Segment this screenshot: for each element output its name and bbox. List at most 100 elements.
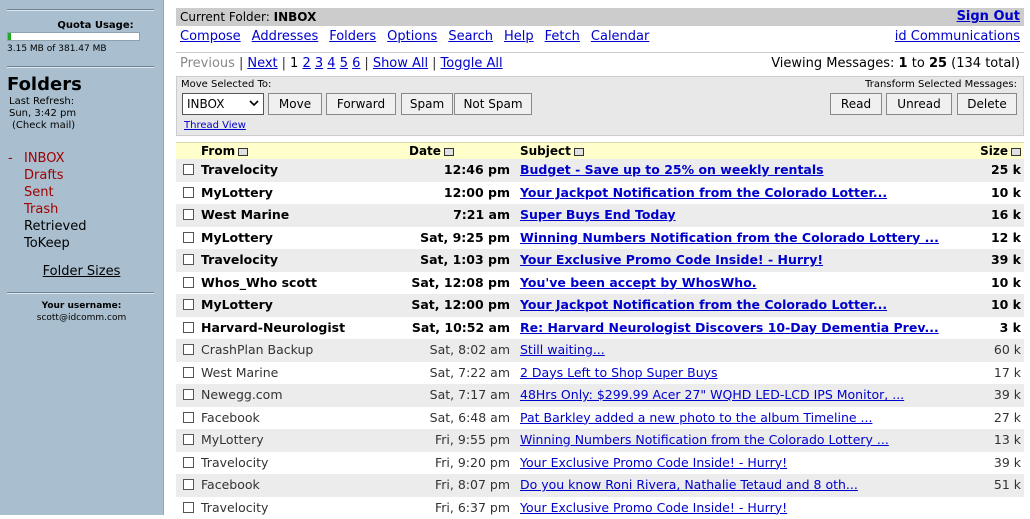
table-row[interactable]: Newegg.comSat, 7:17 am48Hrs Only: $299.9… [176,384,1024,407]
folder-inbox[interactable]: INBOX [8,150,86,167]
next-link[interactable]: Next [247,56,277,71]
message-subject-link[interactable]: Your Exclusive Promo Code Inside! - Hurr… [520,249,823,271]
divider [7,66,154,68]
row-checkbox[interactable] [183,232,194,243]
message-size: 13 k [994,429,1021,451]
not-spam-button[interactable]: Not Spam [454,93,532,115]
table-row[interactable]: MyLotterySat, 9:25 pmWinning Numbers Not… [176,227,1024,250]
row-checkbox[interactable] [183,322,194,333]
message-subject-link[interactable]: Pat Barkley added a new photo to the alb… [520,407,872,429]
message-subject-link[interactable]: Re: Harvard Neurologist Discovers 10-Day… [520,317,939,339]
delete-button[interactable]: Delete [957,93,1017,115]
row-checkbox[interactable] [183,277,194,288]
folder-sent[interactable]: Sent [8,184,86,201]
spam-button[interactable]: Spam [401,93,453,115]
main-pane: Current Folder: INBOX Sign Out ComposeAd… [176,8,1024,48]
row-checkbox[interactable] [183,187,194,198]
message-subject-link[interactable]: Your Jackpot Notification from the Color… [520,182,887,204]
page-link[interactable]: 5 [340,56,348,71]
nav-calendar[interactable]: Calendar [591,29,649,44]
show-all-link[interactable]: Show All [373,56,428,71]
col-header-size[interactable]: Size [980,143,1021,159]
row-checkbox[interactable] [183,254,194,265]
message-subject-link[interactable]: Your Jackpot Notification from the Color… [520,294,887,316]
message-subject-link[interactable]: Still waiting... [520,339,605,361]
table-row[interactable]: TravelocityFri, 9:20 pmYour Exclusive Pr… [176,452,1024,475]
table-row[interactable]: Harvard-NeurologistSat, 10:52 amRe: Harv… [176,317,1024,340]
folder-drafts[interactable]: Drafts [8,167,86,184]
table-row[interactable]: Travelocity12:46 pmBudget - Save up to 2… [176,159,1024,182]
folder-tokeep[interactable]: ToKeep [8,235,86,252]
message-subject-link[interactable]: Budget - Save up to 25% on weekly rental… [520,159,824,181]
thread-view-link[interactable]: Thread View [184,120,246,131]
nav-fetch[interactable]: Fetch [545,29,580,44]
org-link[interactable]: id Communications [895,26,1020,48]
move-button[interactable]: Move [268,93,322,115]
table-row[interactable]: West Marine7:21 amSuper Buys End Today16… [176,204,1024,227]
toggle-all-link[interactable]: Toggle All [441,56,503,71]
message-subject-link[interactable]: Your Exclusive Promo Code Inside! - Hurr… [520,452,787,474]
message-subject-link[interactable]: Your Exclusive Promo Code Inside! - Hurr… [520,497,787,519]
folders-title: Folders [7,74,82,95]
row-checkbox[interactable] [183,164,194,175]
forward-button[interactable]: Forward [326,93,396,115]
table-row[interactable]: MyLottery12:00 pmYour Jackpot Notificati… [176,182,1024,205]
table-row[interactable]: MyLotterySat, 12:00 pmYour Jackpot Notif… [176,294,1024,317]
table-row[interactable]: MyLottery Fri, 9:55 pm Winning Numbers Not… [176,429,1024,452]
message-date: Sat, 7:22 am [390,362,510,384]
table-row[interactable]: Whos_Who scottSat, 12:08 pmYou've been a… [176,272,1024,295]
nav-search[interactable]: Search [448,29,493,44]
sign-out-link[interactable]: Sign Out [957,8,1020,26]
sort-icon[interactable] [444,148,454,156]
nav-folders[interactable]: Folders [329,29,376,44]
move-selected-label: Move Selected To: [181,79,271,90]
page-link[interactable]: 3 [315,56,323,71]
message-subject-link[interactable]: Do you know Roni Rivera, Nathalie Tetaud… [520,474,858,496]
row-checkbox[interactable] [183,367,194,378]
page-link[interactable]: 4 [327,56,335,71]
message-subject-link[interactable]: 48Hrs Only: $299.99 Acer 27" WQHD LED-LC… [520,384,904,406]
nav-options[interactable]: Options [387,29,437,44]
table-row[interactable]: FacebookSat, 6:48 amPat Barkley added a … [176,407,1024,430]
col-header-from[interactable]: From [201,143,248,159]
page-link[interactable]: 6 [352,56,360,71]
sort-icon[interactable] [574,148,584,156]
check-mail-link[interactable]: (Check mail) [12,120,75,131]
table-row[interactable]: FacebookFri, 8:07 pmDo you know Roni Riv… [176,474,1024,497]
read-button[interactable]: Read [830,93,882,115]
folder-trash[interactable]: Trash [8,201,86,218]
message-subject-link[interactable]: 2 Days Left to Shop Super Buys [520,362,718,384]
unread-button[interactable]: Unread [886,93,952,115]
table-row[interactable]: TravelocityFri, 6:37 pmYour Exclusive Pr… [176,497,1024,519]
message-subject-link[interactable]: Winning Numbers Notification from the Co… [520,227,939,249]
nav-addresses[interactable]: Addresses [252,29,319,44]
row-checkbox[interactable] [183,209,194,220]
col-header-subject[interactable]: Subject [520,143,584,159]
message-subject-link[interactable]: Super Buys End Today [520,204,676,226]
folder-sizes-link[interactable]: Folder Sizes [0,264,163,279]
row-checkbox[interactable] [183,502,194,513]
message-from: MyLottery [201,429,264,451]
message-subject-link[interactable]: Winning Numbers Notification from the Co… [520,429,889,451]
table-row[interactable]: CrashPlan BackupSat, 8:02 amStill waitin… [176,339,1024,362]
row-checkbox[interactable] [183,412,194,423]
col-header-date[interactable]: Date [409,143,454,159]
row-checkbox[interactable] [183,457,194,468]
message-date: Fri, 9:55 pm [390,429,510,451]
row-checkbox[interactable] [183,389,194,400]
table-row[interactable]: West MarineSat, 7:22 am2 Days Left to Sh… [176,362,1024,385]
frame-divider[interactable] [163,0,172,515]
sort-icon[interactable] [238,148,248,156]
sort-icon[interactable] [1011,148,1021,156]
message-subject-link[interactable]: You've been accept by WhosWho. [520,272,757,294]
page-link[interactable]: 2 [302,56,310,71]
row-checkbox[interactable] [183,344,194,355]
table-row[interactable]: TravelocitySat, 1:03 pmYour Exclusive Pr… [176,249,1024,272]
nav-help[interactable]: Help [504,29,534,44]
nav-compose[interactable]: Compose [180,29,241,44]
row-checkbox[interactable] [183,479,194,490]
row-checkbox[interactable] [183,299,194,310]
folder-select[interactable]: INBOX [182,93,264,115]
folder-retrieved[interactable]: Retrieved [8,218,86,235]
row-checkbox[interactable] [183,434,194,445]
